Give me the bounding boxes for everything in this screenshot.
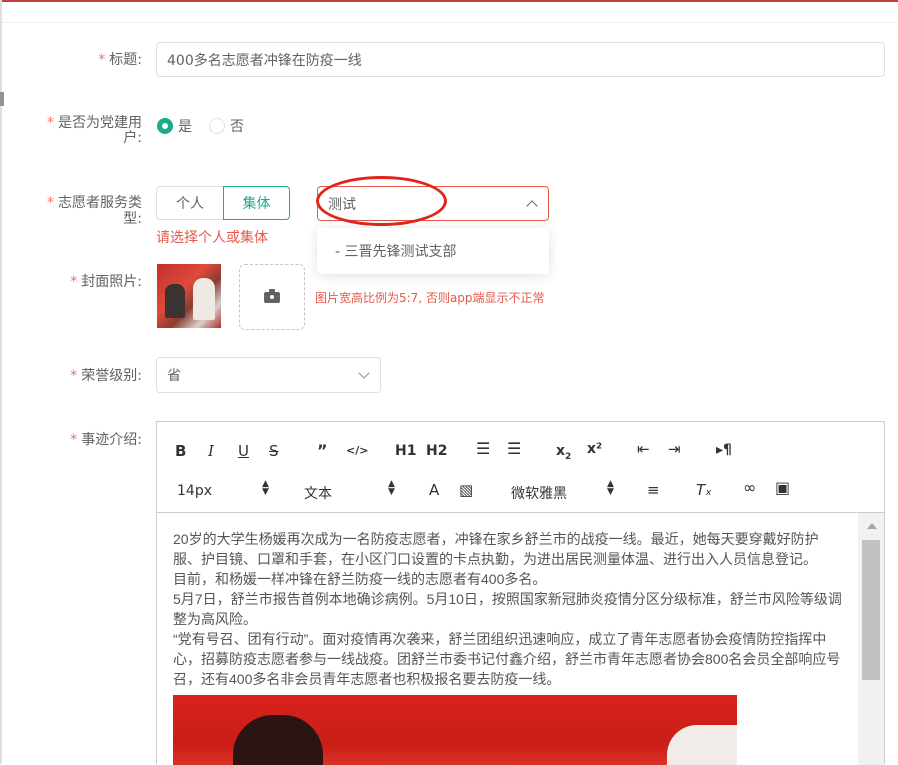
- content-paragraph: 目前，和杨媛一样冲锋在舒兰防疫一线的志愿者有400多名。: [173, 571, 547, 587]
- blockquote-icon[interactable]: ”: [317, 441, 328, 461]
- heading1-icon[interactable]: H1: [395, 441, 416, 461]
- service-type-error: 请选择个人或集体: [156, 230, 268, 246]
- required-mark: *: [47, 115, 54, 131]
- content-paragraph: 5月7日，舒兰市报告首例本地确诊病例。5月10日，按照国家新冠肺炎疫情分区分级标…: [173, 591, 842, 627]
- align-icon[interactable]: ≡: [647, 480, 660, 500]
- honor-level-select[interactable]: 省: [156, 357, 381, 393]
- scroll-thumb[interactable]: [862, 540, 880, 680]
- ordered-list-icon[interactable]: ☰: [476, 439, 490, 459]
- left-edge: [0, 0, 2, 764]
- outdent-icon[interactable]: ⇤: [637, 439, 650, 459]
- cover-hint: 图片宽高比例为5:7, 否则app端显示不正常: [315, 291, 545, 305]
- top-border: [0, 0, 898, 2]
- title-input[interactable]: 400多名志愿者冲锋在防疫一线: [156, 42, 885, 77]
- background-color-icon[interactable]: ▧: [459, 480, 473, 500]
- required-mark: *: [47, 195, 54, 211]
- camera-icon: [264, 288, 280, 303]
- story-label: * 事迹介绍:: [70, 432, 142, 448]
- party-user-label: * 是否为党建用户:: [47, 115, 142, 146]
- left-edge-marker: [0, 92, 4, 106]
- font-family-arrows-icon: ▲ ▼: [607, 479, 614, 497]
- required-mark: *: [70, 368, 78, 384]
- individual-button[interactable]: 个人: [156, 186, 224, 220]
- italic-icon[interactable]: I: [208, 441, 214, 461]
- content-image[interactable]: [173, 695, 737, 765]
- header-divider: [0, 22, 898, 23]
- direction-icon[interactable]: ▸¶: [716, 440, 732, 460]
- title-input-value: 400多名志愿者冲锋在防疫一线: [167, 52, 362, 69]
- image-icon[interactable]: ▣: [775, 478, 790, 498]
- font-size-arrows-icon: ▲ ▼: [262, 479, 269, 497]
- content-paragraph: “党有号召、团有行动”。面对疫情再次袭来，舒兰团组织迅速响应，成立了青年志愿者协…: [173, 631, 841, 687]
- bold-icon[interactable]: B: [175, 441, 186, 461]
- underline-icon[interactable]: U: [238, 441, 249, 461]
- highlight-annotation: [316, 176, 447, 226]
- subscript-icon[interactable]: x2: [556, 441, 571, 467]
- honor-level-value: 省: [167, 368, 181, 384]
- font-color-icon[interactable]: A: [429, 480, 439, 500]
- radio-no-dot[interactable]: [209, 118, 225, 134]
- honor-level-label: * 荣誉级别:: [70, 368, 142, 384]
- link-icon[interactable]: ∞: [743, 478, 756, 498]
- cover-photo-figure: [165, 284, 185, 318]
- radio-yes[interactable]: 是: [157, 116, 192, 136]
- radio-yes-dot[interactable]: [157, 118, 173, 134]
- chevron-up-icon: [526, 199, 538, 212]
- cover-photo-thumbnail[interactable]: [157, 264, 221, 328]
- strikethrough-icon[interactable]: S: [269, 441, 279, 461]
- editor-scrollbar[interactable]: [858, 513, 884, 765]
- cover-label: * 封面照片:: [70, 274, 142, 290]
- editor-toolbar: B I U S ” </> H1 H2 ☰ ☰ x2 x² ⇤ ⇥ ▸¶ 14p…: [157, 422, 884, 513]
- group-button[interactable]: 集体: [223, 186, 290, 220]
- code-icon[interactable]: </>: [346, 441, 368, 461]
- upload-button[interactable]: [239, 264, 305, 330]
- organization-dropdown: - 三晋先锋测试支部: [317, 228, 549, 274]
- block-type-arrows-icon: ▲ ▼: [388, 479, 395, 497]
- indent-icon[interactable]: ⇥: [668, 439, 681, 459]
- block-type-select[interactable]: 文本: [304, 483, 332, 503]
- editor-content[interactable]: 20岁的大学生杨媛再次成为一名防疫志愿者，冲锋在家乡舒兰市的战疫一线。最近，她每…: [157, 513, 861, 765]
- required-mark: *: [70, 432, 78, 448]
- scroll-up-icon[interactable]: [867, 523, 877, 529]
- service-type-label: * 志愿者服务类型:: [47, 195, 142, 227]
- heading2-icon[interactable]: H2: [426, 441, 447, 461]
- radio-no-label: 否: [230, 119, 244, 135]
- content-image-figure: [667, 725, 737, 765]
- font-size-select[interactable]: 14px: [177, 483, 212, 499]
- radio-yes-label: 是: [178, 119, 192, 135]
- cover-photo-figure: [193, 278, 215, 320]
- rich-text-editor[interactable]: B I U S ” </> H1 H2 ☰ ☰ x2 x² ⇤ ⇥ ▸¶ 14p…: [156, 421, 885, 765]
- title-label: * 标题:: [98, 52, 142, 68]
- radio-no[interactable]: 否: [209, 116, 244, 136]
- bullet-list-icon[interactable]: ☰: [507, 439, 521, 459]
- required-mark: *: [70, 274, 78, 290]
- required-mark: *: [98, 52, 106, 68]
- superscript-icon[interactable]: x²: [587, 439, 602, 459]
- chevron-down-icon: [358, 367, 370, 379]
- content-image-figure: [233, 715, 323, 765]
- dropdown-option[interactable]: - 三晋先锋测试支部: [335, 241, 457, 261]
- content-paragraph: 20岁的大学生杨媛再次成为一名防疫志愿者，冲锋在家乡舒兰市的战疫一线。最近，她每…: [173, 531, 819, 567]
- font-family-select[interactable]: 微软雅黑: [511, 483, 567, 503]
- clear-format-icon[interactable]: Tₓ: [696, 480, 712, 500]
